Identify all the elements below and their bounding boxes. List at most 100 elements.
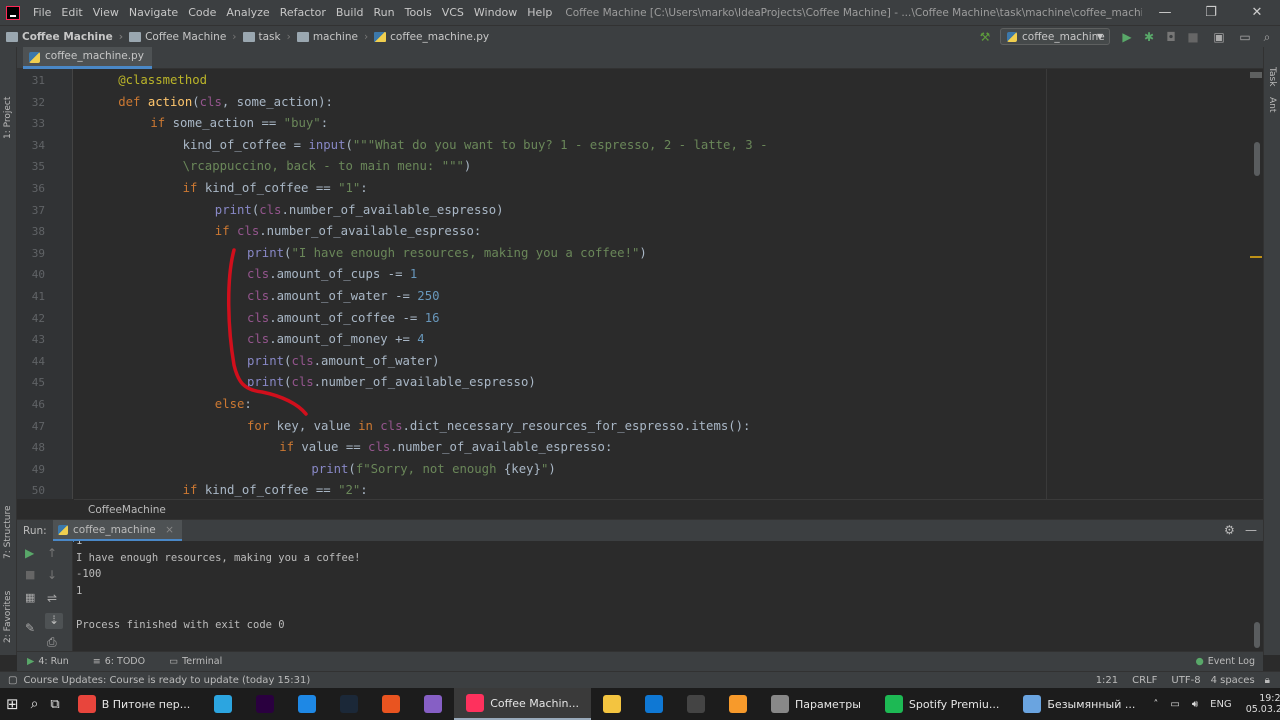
minimize-button[interactable]: —	[1142, 5, 1188, 20]
search-icon[interactable]: ⌕	[1260, 30, 1274, 44]
clock[interactable]: 19:24 05.03.2020	[1246, 693, 1280, 715]
pin-icon[interactable]: ✎	[25, 621, 35, 635]
tool-tab-run[interactable]: ▶ 4: Run	[27, 656, 69, 667]
taskbar-app-mail[interactable]	[633, 688, 675, 720]
breadcrumb-folder[interactable]: Coffee Machine ›	[123, 31, 237, 43]
editor-scrollbar-thumb[interactable]	[1254, 142, 1260, 176]
menu-edit[interactable]: Edit	[56, 6, 87, 19]
print-icon[interactable]: ⎙	[47, 635, 57, 650]
network-icon[interactable]: ▭	[1170, 699, 1179, 710]
menu-navigate[interactable]: Navigate	[124, 6, 183, 19]
editor-breadcrumb[interactable]: CoffeeMachine	[74, 499, 1263, 519]
menu-file[interactable]: File	[28, 6, 56, 19]
run-icon[interactable]: ▶	[1120, 30, 1134, 44]
layout-icon[interactable]: ▦	[25, 591, 35, 604]
taskbar-app-terminal[interactable]	[675, 688, 717, 720]
taskbar-app-chrome[interactable]: В Питоне пер...	[66, 688, 203, 720]
tool-ant[interactable]: Ant	[1267, 97, 1277, 112]
menu-help[interactable]: Help	[522, 6, 557, 19]
language-indicator[interactable]: ENG	[1210, 699, 1232, 710]
taskbar-app-spotify[interactable]: Spotify Premiu...	[873, 688, 1011, 720]
code-line: if cls.number_of_available_espresso:	[215, 221, 482, 242]
scroll-up-icon[interactable]: ↑	[47, 546, 57, 560]
code-editor[interactable]: @classmethod def action(cls, some_action)…	[74, 69, 1263, 499]
task-view-icon[interactable]: ⧉	[44, 688, 65, 720]
taskbar-app-visual-studio[interactable]	[412, 688, 454, 720]
menu-view[interactable]: View	[88, 6, 124, 19]
build-hammer-icon[interactable]: ⚒	[978, 30, 992, 44]
coverage-icon[interactable]: ◘	[1164, 30, 1178, 44]
file-encoding[interactable]: UTF-8	[1171, 675, 1200, 686]
event-log-button[interactable]: ● Event Log	[1196, 656, 1256, 667]
taskbar-app-paint[interactable]: Безымянный ...	[1011, 688, 1147, 720]
console-line: -100	[76, 568, 102, 581]
menu-vcs[interactable]: VCS	[437, 6, 469, 19]
close-tab-icon[interactable]: ×	[165, 524, 174, 536]
breadcrumb-project[interactable]: Coffee Machine ›	[0, 31, 123, 43]
soft-wrap-icon[interactable]: ⇌	[47, 591, 57, 605]
tray-chevron-icon[interactable]: ˄	[1153, 699, 1158, 710]
taskbar-app-telegram[interactable]	[202, 688, 244, 720]
stop-icon[interactable]: ■	[1186, 30, 1200, 44]
lock-icon[interactable]: 🔒︎	[1265, 675, 1270, 686]
line-number: 45	[31, 376, 45, 390]
tool-tab-todo[interactable]: ≡ 6: TODO	[93, 656, 145, 667]
taskbar-app-explorer[interactable]	[591, 688, 633, 720]
rerun-icon[interactable]: ▶	[25, 546, 34, 560]
menu-window[interactable]: Window	[469, 6, 522, 19]
taskbar-app-premiere[interactable]	[244, 688, 286, 720]
line-number: 33	[31, 117, 45, 131]
debug-bug-icon[interactable]: ✱	[1142, 30, 1156, 44]
taskbar-app-ubuntu[interactable]	[370, 688, 412, 720]
settings-icon	[771, 695, 790, 713]
run-console[interactable]: 1 I have enough resources, making you a c…	[74, 541, 1263, 651]
taskbar-app-settings[interactable]: Параметры	[759, 688, 873, 720]
run-config-label: coffee_machine	[1022, 30, 1105, 43]
taskbar-app-sublime[interactable]	[717, 688, 759, 720]
windows-start-icon[interactable]: ⊞	[0, 688, 25, 720]
menu-analyze[interactable]: Analyze	[221, 6, 274, 19]
status-message[interactable]: Course Updates: Course is ready to updat…	[23, 675, 310, 686]
cursor-position[interactable]: 1:21	[1096, 675, 1118, 686]
line-separator[interactable]: CRLF	[1132, 675, 1157, 686]
project-structure-icon[interactable]: ▣	[1212, 30, 1226, 44]
menu-code[interactable]: Code	[183, 6, 221, 19]
console-scrollbar-thumb[interactable]	[1254, 622, 1260, 648]
taskbar-app-instagram[interactable]	[286, 688, 328, 720]
taskbar-app-intellij[interactable]: Coffee Machin...	[454, 688, 592, 720]
stop-icon[interactable]: ■	[25, 568, 35, 581]
scroll-to-end-icon[interactable]: ⇣	[45, 613, 63, 629]
code-line: if some_action == "buy":	[150, 113, 328, 134]
tool-favorites[interactable]: 2: Favorites	[3, 591, 13, 643]
editor-tab[interactable]: coffee_machine.py	[23, 47, 152, 69]
layout-icon[interactable]: ▭	[1238, 30, 1252, 44]
code-line: cls.amount_of_coffee -= 16	[247, 308, 440, 329]
volume-icon[interactable]: 🔊︎	[1192, 699, 1198, 710]
minimize-panel-icon[interactable]: —	[1245, 523, 1257, 537]
code-line: @classmethod	[118, 70, 207, 91]
search-icon[interactable]: ⌕	[25, 688, 45, 720]
tool-task[interactable]: Task	[1267, 67, 1277, 86]
taskbar-app-steam[interactable]	[328, 688, 370, 720]
menu-run[interactable]: Run	[369, 6, 400, 19]
breadcrumb-folder[interactable]: machine ›	[291, 31, 368, 43]
menu-build[interactable]: Build	[331, 6, 369, 19]
breadcrumb-file[interactable]: coffee_machine.py	[368, 31, 489, 43]
gear-icon[interactable]: ⚙	[1224, 523, 1235, 537]
code-token: """What do you want to buy? 1 - espresso…	[352, 137, 768, 152]
breadcrumb-folder[interactable]: task ›	[237, 31, 291, 43]
restore-button[interactable]: ❐	[1188, 5, 1234, 20]
tool-tab-terminal[interactable]: ▭ Terminal	[169, 656, 222, 667]
menu-refactor[interactable]: Refactor	[275, 6, 331, 19]
tool-project[interactable]: 1: Project	[3, 97, 13, 139]
tool-structure[interactable]: 7: Structure	[3, 506, 13, 560]
close-button[interactable]: ✕	[1234, 5, 1280, 20]
run-tab[interactable]: coffee_machine ×	[53, 520, 182, 542]
indent-setting[interactable]: 4 spaces	[1211, 675, 1255, 686]
scroll-down-icon[interactable]: ↓	[47, 568, 57, 582]
code-token: if	[182, 483, 205, 498]
menu-tools[interactable]: Tools	[400, 6, 437, 19]
todo-icon: ≡	[92, 656, 101, 667]
line-number: 42	[31, 311, 45, 325]
run-config-select[interactable]: coffee_machine ▼	[1000, 28, 1110, 45]
